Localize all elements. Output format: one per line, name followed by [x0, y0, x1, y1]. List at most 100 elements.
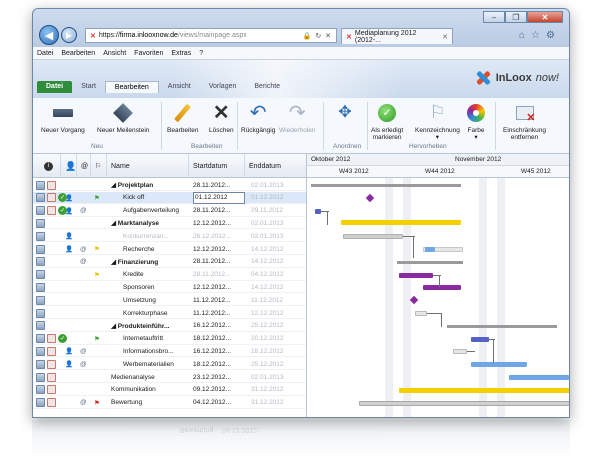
start-date[interactable]: 11.12.2012... [193, 294, 245, 306]
task-name[interactable]: Korrekturphase [123, 307, 187, 319]
task-bar[interactable] [359, 400, 569, 406]
end-date[interactable]: 18.12.2012 [251, 345, 305, 357]
task-name[interactable]: ◢ Projektplan [111, 179, 187, 191]
task-name[interactable]: Bewertung [111, 397, 187, 409]
color-button[interactable]: Farbe ▾ [465, 102, 487, 141]
milestone-marker[interactable] [365, 193, 375, 203]
table-row[interactable]: Medienanalyse 23.12.2012... 02.01.2013 [33, 371, 306, 383]
task-name[interactable]: Kick off [123, 192, 187, 204]
task-bar[interactable] [399, 272, 433, 278]
task-name[interactable]: Kredite [123, 269, 187, 281]
milestone-marker[interactable] [409, 295, 419, 305]
start-date[interactable]: 04.12.2012... [193, 397, 245, 409]
arrange-button[interactable]: ✥ [331, 102, 359, 127]
start-date[interactable]: 18.12.2012... [193, 358, 245, 370]
table-row[interactable]: 👤 @ Informationsbro... 16.12.2012... 18.12.2… [33, 345, 306, 358]
menu-extras[interactable]: Extras [171, 50, 191, 57]
task-bar[interactable] [341, 220, 461, 226]
flag-icon[interactable]: ⚑ [94, 269, 100, 281]
task-name[interactable]: ◢ Produkteinführ... [111, 320, 187, 332]
menu-favoriten[interactable]: Favoriten [134, 50, 163, 57]
flag-icon[interactable]: ⚑ [94, 243, 100, 255]
tab-datei[interactable]: Datei [37, 81, 73, 93]
browser-tab[interactable]: ✕ Mediaplanung 2012 (2012-... ✕ [341, 28, 453, 44]
edit-button[interactable]: Bearbeiten [167, 102, 198, 134]
browser-toolbar-icons[interactable]: ⌂☆⚙ [519, 30, 561, 41]
table-row[interactable]: ⚑ Kredite 28.11.2012... 04.12.2012 [33, 269, 306, 281]
new-task-button[interactable]: Neuer Vorgang [41, 102, 85, 134]
table-row[interactable]: ✓ ⚑ Internetauftritt 18.12.2012... 20.12.201… [33, 333, 306, 345]
start-column-header[interactable]: Startdatum [189, 154, 245, 178]
task-bar[interactable] [471, 336, 489, 342]
end-date[interactable]: 02.01.2013 [251, 217, 305, 229]
task-name[interactable]: Kommunikation [111, 384, 187, 396]
back-button[interactable]: ◀ [39, 25, 59, 45]
table-row[interactable]: ◢ Marktanalyse 12.12.2012... 02.01.2013 [33, 217, 306, 230]
start-date[interactable]: 28.11.2012... [193, 269, 245, 281]
flag-column-header[interactable]: ⚐ [91, 154, 107, 178]
start-date[interactable]: 01.12.2012 [193, 191, 245, 204]
start-date[interactable]: 12.12.2012... [193, 281, 245, 293]
end-date[interactable]: 14.12.2012 [251, 281, 305, 293]
end-column-header[interactable]: Enddatum [245, 154, 307, 178]
end-date[interactable]: 31.12.2012 [251, 384, 305, 396]
mark-done-button[interactable]: ✓ Als erledigt markieren [371, 102, 403, 141]
person-column-header[interactable]: 👤 [61, 154, 77, 178]
task-bar[interactable] [425, 247, 435, 252]
address-bar[interactable]: ✕ https:// firma.inlooxnow.de /views/mai… [85, 28, 337, 43]
flag-icon[interactable]: ⚑ [94, 397, 100, 409]
forward-button[interactable]: ▶ [61, 27, 77, 43]
table-row[interactable]: ✓ 👤 ⚑ Kick off 01.12.2012 01.12.2012 [33, 191, 306, 204]
close-tab-icon[interactable]: ✕ [442, 33, 452, 41]
maximize-button[interactable]: ❐ [505, 11, 527, 23]
end-date[interactable]: 11.12.2012 [251, 294, 305, 306]
end-date[interactable]: 20.12.2012 [251, 333, 305, 345]
end-date[interactable]: 02.01.2013 [251, 230, 305, 242]
task-bar[interactable] [399, 387, 569, 393]
menu-bearbeiten[interactable]: Bearbeiten [61, 50, 95, 57]
summary-bar[interactable] [397, 260, 463, 264]
start-date[interactable]: 16.12.2012... [193, 345, 245, 357]
menu-datei[interactable]: Datei [37, 50, 53, 57]
tab-vorlagen[interactable]: Vorlagen [200, 81, 246, 93]
task-name[interactable]: Umsetzung [123, 294, 187, 306]
summary-bar[interactable] [311, 184, 461, 187]
table-row[interactable]: 👤 @ Werbematerialien 18.12.2012... 25.12.201… [33, 358, 306, 371]
task-name[interactable]: Aufgabenverteilung [123, 205, 187, 217]
table-row[interactable]: @ ◢ Finanzierung 28.11.2012... 14.12.2012 [33, 256, 306, 268]
start-date[interactable]: 11.12.2012... [193, 307, 245, 319]
task-bar[interactable] [509, 375, 569, 380]
attachment-column-header[interactable]: @ [77, 154, 91, 178]
start-date[interactable]: 12.12.2012... [193, 243, 245, 255]
end-date[interactable]: 14.12.2012 [251, 243, 305, 255]
menu-ansicht[interactable]: Ansicht [103, 50, 126, 57]
redo-button[interactable]: ↷ Wiederholen [279, 102, 316, 134]
end-date[interactable]: 29.11.2012 [251, 205, 305, 217]
remove-constraint-button[interactable]: ✕ Einschränkung entfernen [503, 102, 546, 141]
minimize-button[interactable]: – [483, 11, 505, 23]
close-window-button[interactable]: ✕ [527, 11, 563, 23]
task-bar[interactable] [423, 285, 461, 291]
info-column-header[interactable]: i [33, 154, 61, 178]
start-date[interactable]: 28.11.2012... [193, 179, 245, 191]
new-milestone-button[interactable]: Neuer Meilenstein [97, 102, 149, 134]
task-name[interactable]: Internetauftritt [123, 333, 187, 345]
delete-button[interactable]: ✕ Löschen [209, 102, 234, 134]
start-date[interactable]: 26.12.2012... [193, 230, 245, 242]
end-date[interactable]: 02.01.2013 [251, 179, 305, 191]
table-row[interactable]: ◢ Projektplan 28.11.2012... 02.01.2013 [33, 179, 306, 191]
task-name[interactable]: Recherche [123, 243, 187, 255]
table-row[interactable]: Kommunikation 09.12.2012... 31.12.2012 [33, 384, 306, 396]
end-date[interactable]: 14.12.2012 [251, 256, 305, 268]
task-bar[interactable] [343, 234, 403, 240]
flag-button[interactable]: ⚐ Kennzeichnung ▾ [415, 102, 460, 141]
name-column-header[interactable]: Name [107, 154, 189, 178]
start-date[interactable]: 23.12.2012... [193, 371, 245, 383]
table-row[interactable]: ◢ Produkteinführ... 16.12.2012... 25.12.20… [33, 320, 306, 332]
start-date[interactable]: 28.11.2012... [193, 205, 245, 217]
start-date[interactable]: 18.12.2012... [193, 333, 245, 345]
tab-start[interactable]: Start [72, 81, 105, 93]
task-bar[interactable] [453, 349, 467, 355]
end-date[interactable]: 01.12.2012 [251, 192, 305, 204]
end-date[interactable]: 12.12.2012 [251, 307, 305, 319]
